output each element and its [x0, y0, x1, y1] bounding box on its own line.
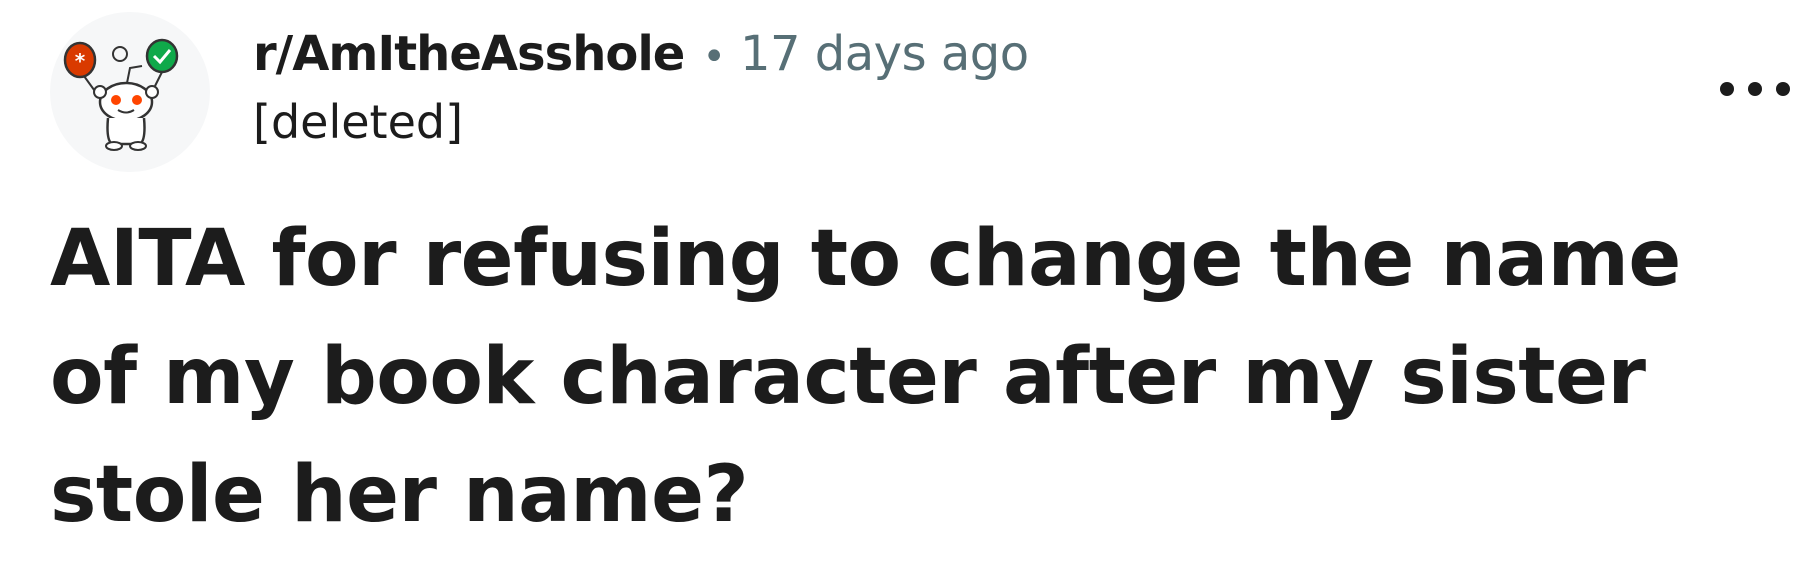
post-meta-line: r/AmItheAsshole • 17 days ago — [253, 26, 1029, 86]
more-dot — [1748, 82, 1762, 96]
post-title[interactable]: AITA for refusing to change the name of … — [50, 200, 1770, 554]
meta-separator: • — [702, 34, 726, 80]
post-meta: r/AmItheAsshole • 17 days ago [deleted] — [253, 26, 1029, 152]
more-options-icon[interactable] — [1720, 74, 1790, 104]
svg-text:*: * — [75, 49, 86, 73]
snoo-avatar-icon[interactable]: * — [50, 12, 210, 172]
more-dot — [1776, 82, 1790, 96]
more-dot — [1720, 82, 1734, 96]
post-author: [deleted] — [253, 95, 464, 149]
post-header: * r/AmItheAsshole • 17 days ago [deleted… — [50, 12, 1790, 172]
post-timestamp: 17 days ago — [739, 26, 1029, 82]
subreddit-link[interactable]: r/AmItheAsshole — [253, 26, 685, 82]
